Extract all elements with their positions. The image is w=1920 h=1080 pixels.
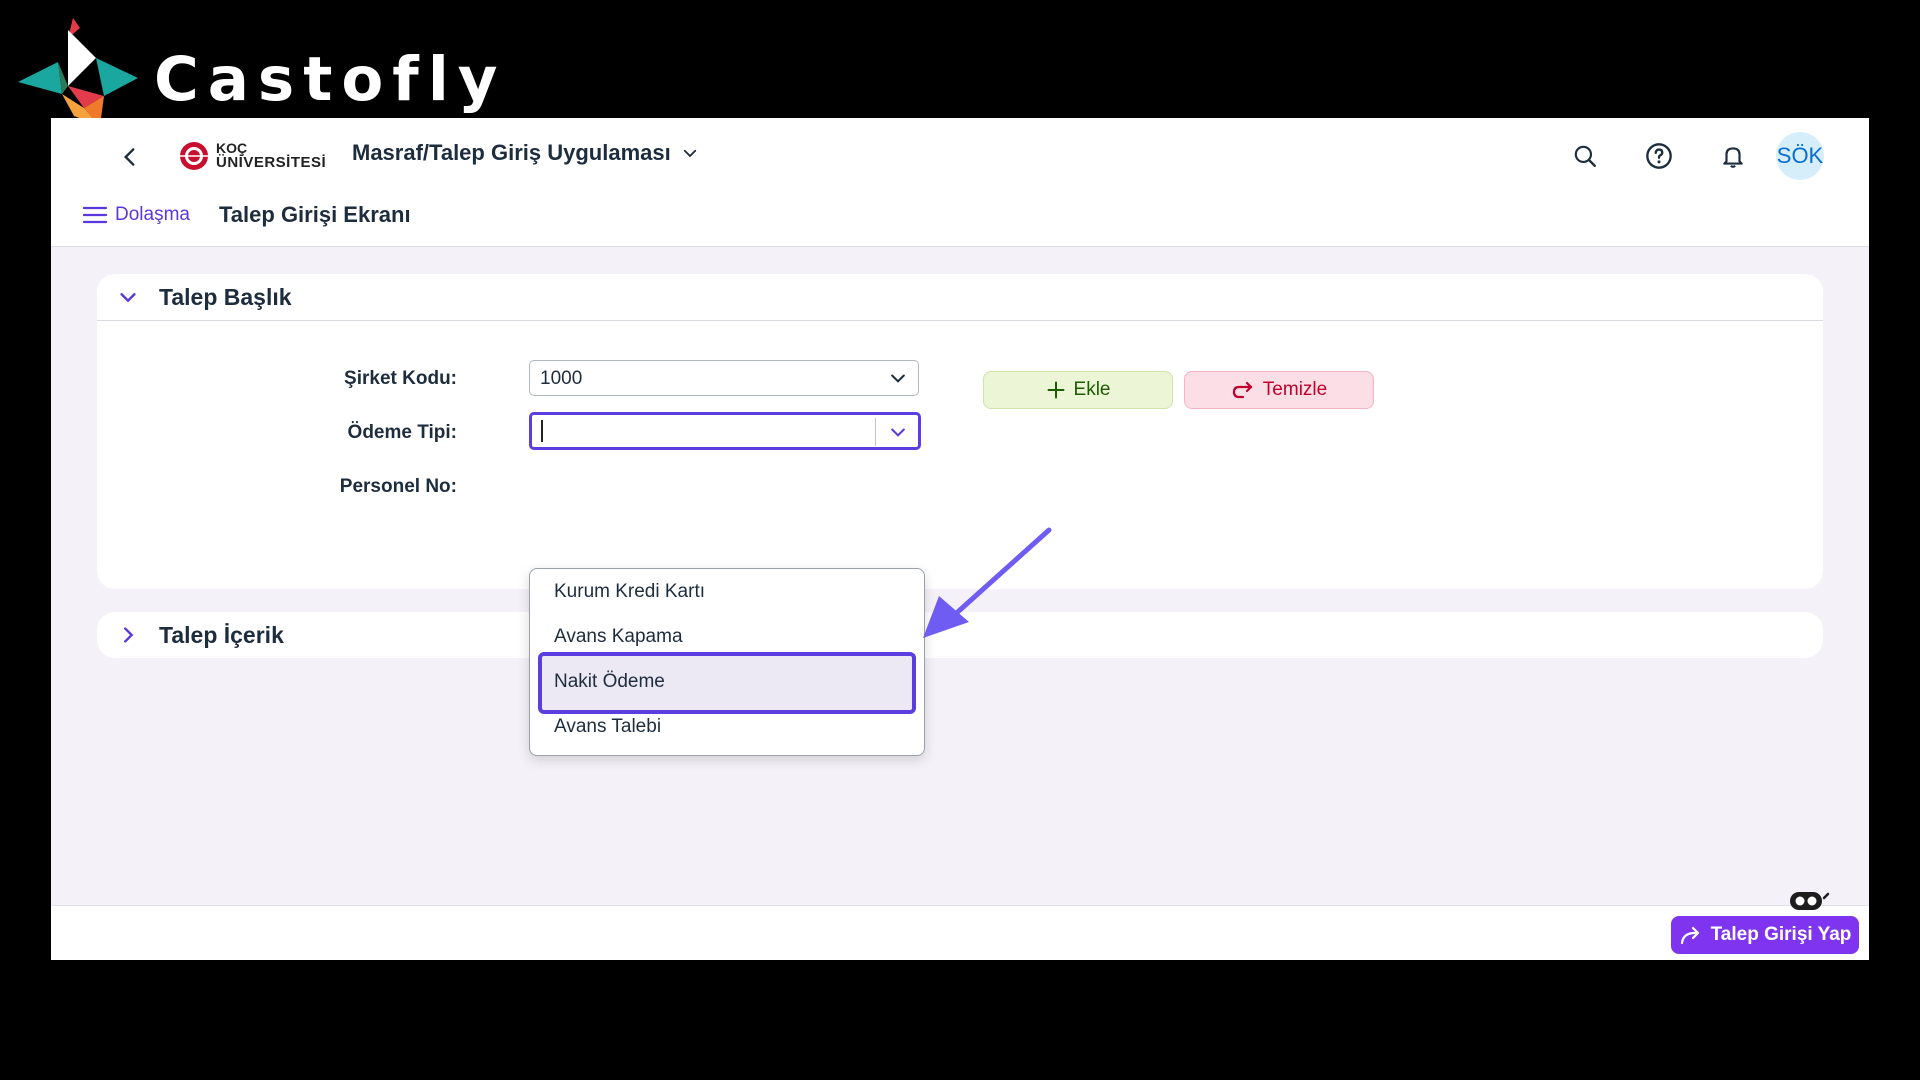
page-title: Talep Girişi Ekranı bbox=[219, 202, 411, 227]
footer-bar bbox=[51, 905, 1869, 960]
add-button[interactable]: Ekle bbox=[983, 371, 1173, 409]
koc-logo-icon bbox=[180, 142, 208, 170]
logo-text-line2: ÜNİVERSİTESİ bbox=[216, 154, 327, 171]
help-icon[interactable] bbox=[1643, 140, 1675, 172]
annotation-arrow-icon bbox=[923, 527, 1052, 638]
chevron-down-icon bbox=[683, 149, 696, 158]
share-arrow-icon bbox=[1680, 926, 1699, 945]
chevron-down-icon[interactable] bbox=[888, 422, 908, 442]
castofly-wordmark: Castofly bbox=[154, 44, 507, 115]
request-header-panel-toggle[interactable]: Talep Başlık bbox=[97, 274, 1823, 321]
dropdown-option-advance-request[interactable]: Avans Talebi bbox=[554, 716, 661, 738]
dropdown-option-cash-payment[interactable]: Nakit Ödeme bbox=[554, 671, 665, 693]
user-avatar[interactable]: SÖK bbox=[1776, 132, 1824, 180]
combobox-divider bbox=[875, 418, 876, 446]
app-window: KOÇ ÜNİVERSİTESİ Masraf/Talep Giriş Uygu… bbox=[51, 118, 1869, 960]
dropdown-option-corporate-credit-card[interactable]: Kurum Kredi Kartı bbox=[554, 581, 705, 603]
chevron-down-icon bbox=[120, 293, 136, 303]
payment-type-dropdown-list: Kurum Kredi Kartı Avans Kapama Nakit Öde… bbox=[529, 568, 925, 756]
submit-request-button[interactable]: Talep Girişi Yap bbox=[1671, 916, 1859, 954]
shell-bar: KOÇ ÜNİVERSİTESİ Masraf/Talep Giriş Uygu… bbox=[51, 118, 1869, 247]
navigation-menu-button[interactable]: Dolaşma bbox=[83, 204, 190, 226]
app-title: Masraf/Talep Giriş Uygulaması bbox=[352, 140, 671, 165]
back-chevron-icon[interactable] bbox=[117, 144, 143, 170]
search-icon[interactable] bbox=[1569, 140, 1601, 172]
submit-request-label: Talep Girişi Yap bbox=[1710, 924, 1852, 945]
company-code-value: 1000 bbox=[540, 368, 583, 389]
chevron-down-icon bbox=[891, 374, 905, 383]
koc-university-logo: KOÇ ÜNİVERSİTESİ bbox=[176, 140, 326, 177]
request-header-title: Talep Başlık bbox=[159, 284, 292, 310]
clear-button-label: Temizle bbox=[1262, 379, 1328, 400]
assistant-robot-icon[interactable] bbox=[1786, 886, 1830, 920]
personnel-number-label: Personel No: bbox=[339, 476, 457, 497]
clear-button[interactable]: Temizle bbox=[1184, 371, 1374, 409]
chevron-right-icon bbox=[124, 627, 134, 643]
text-cursor bbox=[541, 420, 543, 442]
add-button-label: Ekle bbox=[1073, 379, 1111, 400]
plus-icon bbox=[1047, 381, 1065, 399]
app-title-menu[interactable]: Masraf/Talep Giriş Uygulaması bbox=[352, 140, 699, 166]
redo-arrow-icon bbox=[1232, 381, 1252, 399]
payment-type-label: Ödeme Tipi: bbox=[347, 422, 457, 443]
dropdown-option-advance-closing[interactable]: Avans Kapama bbox=[554, 626, 683, 648]
notification-bell-icon[interactable] bbox=[1717, 140, 1749, 172]
request-content-title: Talep İçerik bbox=[159, 622, 284, 648]
castofly-logo-icon bbox=[18, 18, 138, 126]
company-code-label: Şirket Kodu: bbox=[344, 368, 457, 389]
hamburger-menu-icon bbox=[83, 206, 107, 224]
payment-type-combobox[interactable] bbox=[529, 412, 921, 450]
company-code-select[interactable]: 1000 bbox=[529, 360, 919, 396]
navigation-menu-label: Dolaşma bbox=[115, 204, 190, 225]
